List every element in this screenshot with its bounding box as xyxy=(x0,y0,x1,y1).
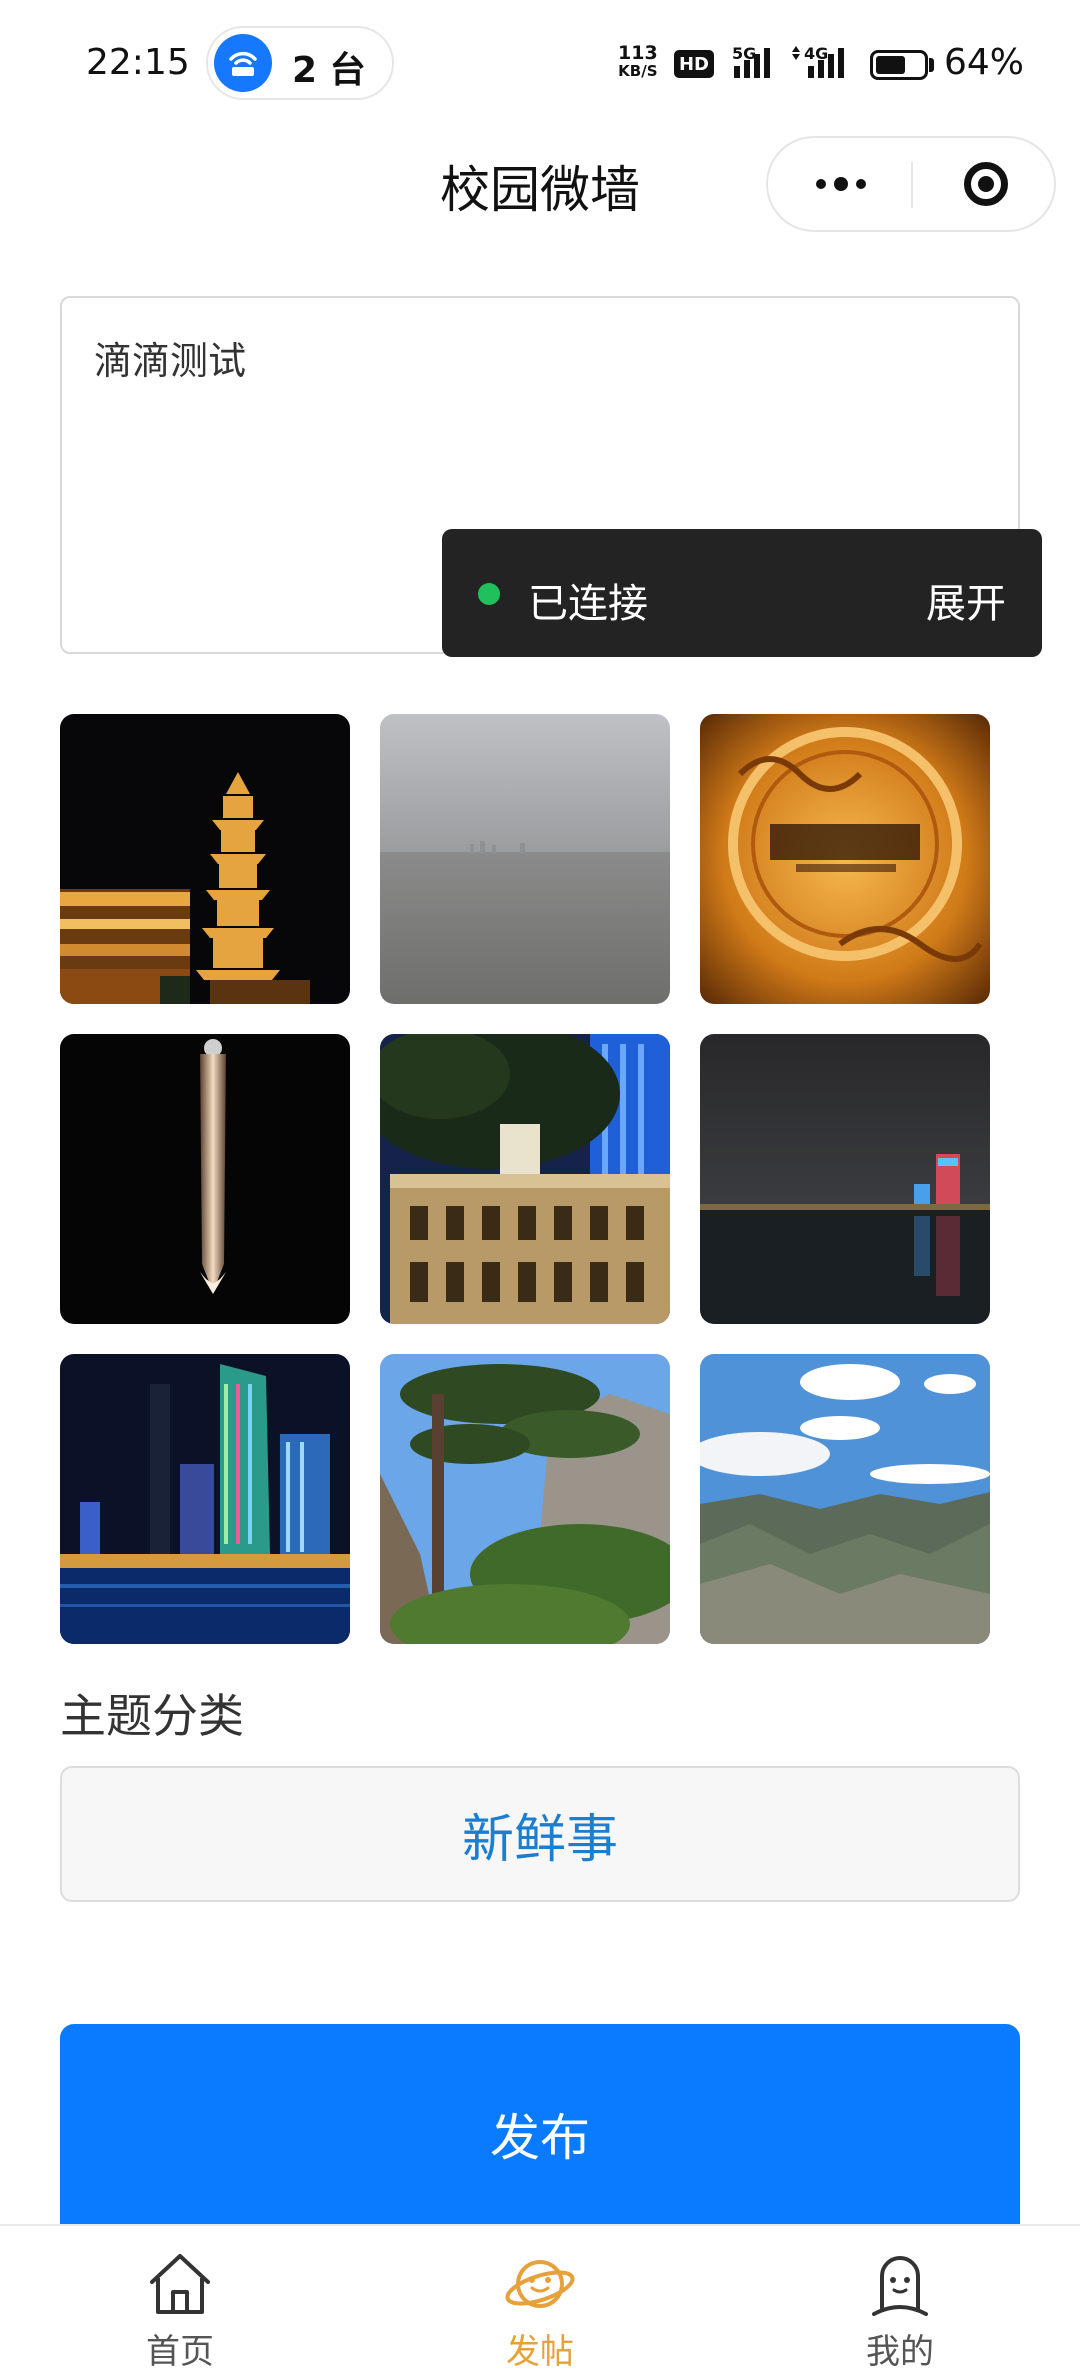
photo-mountain-clouds[interactable] xyxy=(700,1354,990,1644)
network-speed: 113 KB/S xyxy=(618,42,658,80)
photo-lit-tower[interactable] xyxy=(60,1034,350,1324)
connection-status-text: 已连接 xyxy=(528,581,648,627)
photo-river-night[interactable] xyxy=(700,1034,990,1324)
close-button[interactable] xyxy=(913,138,1058,230)
battery-percent: 64% xyxy=(944,42,1025,83)
battery-icon xyxy=(870,50,928,80)
photo-welcoming-pine[interactable] xyxy=(380,1354,670,1644)
tab-mine[interactable]: 我的 xyxy=(790,2226,1010,2376)
category-picker[interactable]: 新鲜事 xyxy=(60,1766,1020,1902)
hotspot-device-count: 2 台 xyxy=(292,50,366,91)
network-speed-value: 113 xyxy=(618,42,658,64)
status-bar: 22:15 2 台 113 KB/S HD 5G 4G 64% xyxy=(0,0,1080,130)
status-time: 22:15 xyxy=(86,42,190,83)
mini-program-capsule xyxy=(766,136,1056,232)
wifi-router-icon xyxy=(214,34,272,92)
home-icon xyxy=(150,2254,210,2314)
tab-post[interactable]: 发帖 xyxy=(430,2226,650,2376)
battery-level xyxy=(876,56,905,74)
hd-voice-badge: HD xyxy=(674,50,714,78)
photo-lake-overcast[interactable] xyxy=(380,714,670,1004)
target-icon xyxy=(963,162,1008,206)
photo-skyscraper-lights[interactable] xyxy=(60,1354,350,1644)
category-section-label: 主题分类 xyxy=(60,1689,244,1743)
tab-post-label: 发帖 xyxy=(506,2332,574,2372)
publish-button[interactable]: 发布 xyxy=(60,2024,1020,2244)
photo-bronze-plaque[interactable] xyxy=(700,714,990,1004)
more-dot xyxy=(833,177,848,191)
connection-toast[interactable]: 已连接 展开 xyxy=(442,529,1042,657)
more-button[interactable] xyxy=(768,138,913,230)
battery-cap xyxy=(929,58,934,72)
photo-pagoda-night[interactable] xyxy=(60,714,350,1004)
profile-icon xyxy=(872,2256,928,2316)
photo-heritage-building[interactable] xyxy=(380,1034,670,1324)
hotspot-indicator[interactable]: 2 台 xyxy=(206,26,394,100)
network-speed-unit: KB/S xyxy=(618,62,658,80)
tab-home[interactable]: 首页 xyxy=(70,2226,290,2376)
more-dot xyxy=(855,179,866,189)
expand-button[interactable]: 展开 xyxy=(926,571,1006,629)
planet-icon xyxy=(505,2260,575,2308)
tab-bar: 首页 发帖 我的 xyxy=(0,2224,1080,2376)
connected-status-dot xyxy=(478,583,500,605)
more-dot xyxy=(815,179,826,189)
tab-home-label: 首页 xyxy=(146,2332,214,2372)
tab-mine-label: 我的 xyxy=(866,2332,934,2372)
